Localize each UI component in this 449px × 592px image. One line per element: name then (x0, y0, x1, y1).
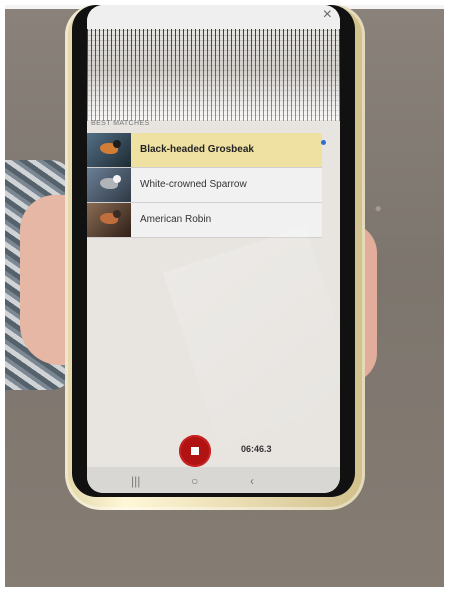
match-item-white-crowned-sparrow[interactable]: White-crowned Sparrow (87, 168, 322, 203)
selection-indicator (321, 140, 326, 145)
bird-head-icon (113, 210, 121, 218)
stop-button[interactable] (179, 435, 211, 467)
home-icon[interactable]: ○ (191, 474, 198, 488)
screen-glare (162, 226, 340, 444)
bird-head-icon (113, 175, 121, 183)
back-icon[interactable]: ‹ (250, 474, 254, 488)
photo-scene: × BEST MATCHES Black-headed Grosbeak Whi… (5, 5, 444, 587)
recording-timer: 06:46.3 (241, 444, 272, 454)
match-item-black-headed-grosbeak[interactable]: Black-headed Grosbeak (87, 133, 326, 168)
bird-thumbnail (87, 133, 131, 167)
bird-thumbnail (87, 203, 131, 237)
section-label: BEST MATCHES (91, 120, 150, 127)
recent-apps-icon[interactable]: ||| (131, 474, 140, 488)
close-icon[interactable]: × (323, 6, 332, 24)
spectrogram (87, 29, 340, 121)
match-label: Black-headed Grosbeak (140, 144, 254, 155)
match-label: White-crowned Sparrow (140, 179, 247, 190)
app-top-bar: × (87, 5, 340, 30)
phone-screen: × BEST MATCHES Black-headed Grosbeak Whi… (87, 5, 340, 493)
match-label: American Robin (140, 214, 212, 225)
bird-thumbnail (87, 168, 131, 202)
android-navigation-bar: ||| ○ ‹ (87, 467, 340, 493)
bird-head-icon (113, 140, 121, 148)
